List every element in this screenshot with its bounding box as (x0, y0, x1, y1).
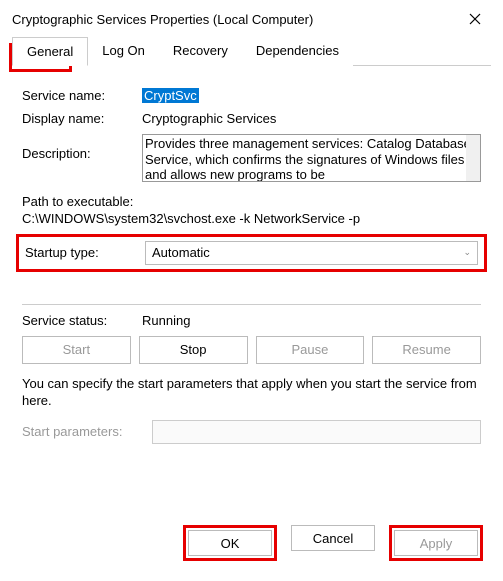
highlight-startup-row: Startup type: Automatic ⌄ (16, 234, 487, 272)
service-name-label: Service name: (22, 88, 142, 103)
startup-type-select[interactable]: Automatic ⌄ (145, 241, 478, 265)
window-title: Cryptographic Services Properties (Local… (12, 12, 313, 27)
startup-type-label: Startup type: (25, 245, 145, 260)
start-parameters-hint: You can specify the start parameters tha… (22, 376, 481, 410)
section-divider (22, 304, 481, 305)
tab-recovery[interactable]: Recovery (159, 37, 242, 66)
pause-button: Pause (256, 336, 365, 364)
startup-type-value: Automatic (152, 245, 210, 260)
tab-general[interactable]: General (12, 37, 88, 66)
ok-button[interactable]: OK (188, 530, 272, 556)
description-label: Description: (22, 134, 142, 161)
start-parameters-label: Start parameters: (22, 424, 152, 439)
resume-button: Resume (372, 336, 481, 364)
service-name-value[interactable]: CryptSvc (142, 88, 199, 103)
path-value: C:\WINDOWS\system32\svchost.exe -k Netwo… (22, 211, 481, 228)
close-icon (469, 13, 481, 25)
display-name-value: Cryptographic Services (142, 111, 481, 126)
cancel-button[interactable]: Cancel (291, 525, 375, 551)
highlight-ok-button: OK (183, 525, 277, 561)
apply-button: Apply (394, 530, 478, 556)
tab-logon[interactable]: Log On (88, 37, 159, 66)
highlight-apply-button: Apply (389, 525, 483, 561)
tab-dependencies[interactable]: Dependencies (242, 37, 353, 66)
service-status-value: Running (142, 313, 481, 328)
tab-bar: General Log On Recovery Dependencies (12, 36, 491, 66)
start-button: Start (22, 336, 131, 364)
display-name-label: Display name: (22, 111, 142, 126)
close-button[interactable] (459, 7, 491, 31)
description-textarea[interactable]: Provides three management services: Cata… (142, 134, 481, 182)
description-text: Provides three management services: Cata… (145, 136, 471, 182)
start-parameters-input (152, 420, 481, 444)
path-label: Path to executable: (22, 194, 481, 211)
service-status-label: Service status: (22, 313, 142, 328)
description-scrollbar[interactable] (466, 135, 480, 181)
stop-button[interactable]: Stop (139, 336, 248, 364)
chevron-down-icon: ⌄ (463, 247, 471, 258)
